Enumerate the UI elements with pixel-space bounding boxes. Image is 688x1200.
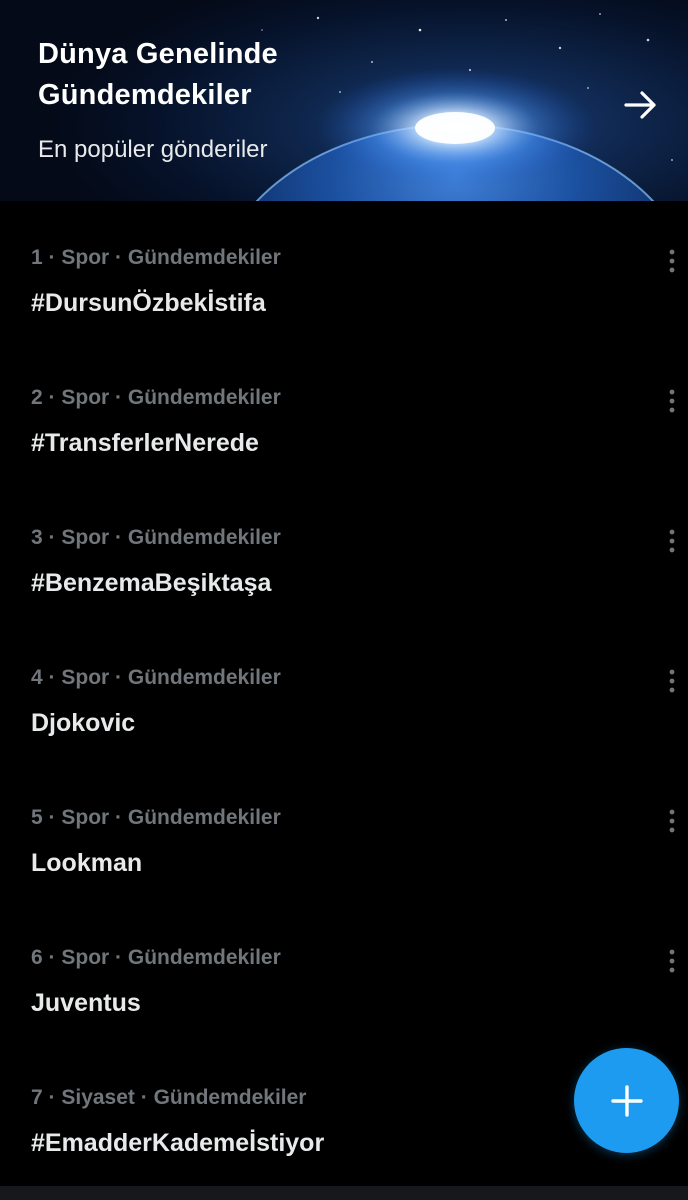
trend-category: Spor (61, 386, 110, 409)
trend-rank: 1 (31, 246, 43, 269)
trend-rank: 3 (31, 526, 43, 549)
trend-label: Gündemdekiler (127, 386, 281, 409)
more-options-icon[interactable] (662, 948, 682, 974)
trend-category: Spor (61, 946, 110, 969)
banner-title: Dünya Genelinde Gündemdekiler (38, 38, 278, 111)
trend-name: #EmadderKademeİstiyor (31, 1129, 325, 1157)
more-options-icon[interactable] (662, 668, 682, 694)
trend-rank: 4 (31, 666, 43, 689)
trend-meta: 1 · Spor · Gündemdekiler (31, 246, 281, 269)
trend-category: Spor (61, 526, 110, 549)
trend-rank: 2 (31, 386, 43, 409)
trend-label: Gündemdekiler (127, 246, 281, 269)
arrow-right-icon[interactable] (620, 84, 662, 126)
trend-name: Lookman (31, 849, 143, 877)
bottom-bar-edge (0, 1186, 688, 1200)
plus-icon (611, 1085, 643, 1117)
trend-label: Gündemdekiler (127, 806, 281, 829)
trend-name: #DursunÖzbekİstifa (31, 289, 266, 317)
trend-label: Gündemdekiler (127, 526, 281, 549)
trend-item[interactable]: 5 · Spor · Gündemdekiler Lookman (0, 776, 688, 916)
trend-name: Juventus (31, 989, 141, 1017)
trending-banner[interactable]: Dünya Genelinde Gündemdekiler En popüler… (0, 0, 688, 201)
trend-category: Spor (61, 246, 110, 269)
trend-label: Gündemdekiler (127, 666, 281, 689)
more-options-icon[interactable] (662, 528, 682, 554)
trend-list: 1 · Spor · Gündemdekiler #DursunÖzbekİst… (0, 216, 688, 1196)
trend-name: Djokovic (31, 709, 136, 737)
trend-meta: 3 · Spor · Gündemdekiler (31, 526, 281, 549)
trend-meta: 5 · Spor · Gündemdekiler (31, 806, 281, 829)
banner-subtitle: En popüler gönderiler (38, 136, 268, 163)
more-options-icon[interactable] (662, 808, 682, 834)
trend-rank: 6 (31, 946, 43, 969)
trend-item[interactable]: 4 · Spor · Gündemdekiler Djokovic (0, 636, 688, 776)
trend-category: Spor (61, 806, 110, 829)
trend-meta: 2 · Spor · Gündemdekiler (31, 386, 281, 409)
more-options-icon[interactable] (662, 388, 682, 414)
more-options-icon[interactable] (662, 248, 682, 274)
trend-meta: 6 · Spor · Gündemdekiler (31, 946, 281, 969)
trend-item[interactable]: 6 · Spor · Gündemdekiler Juventus (0, 916, 688, 1056)
trend-item[interactable]: 1 · Spor · Gündemdekiler #DursunÖzbekİst… (0, 216, 688, 356)
trend-category: Spor (61, 666, 110, 689)
trend-name: #BenzemaBeşiktaşa (31, 569, 272, 597)
trend-item[interactable]: 3 · Spor · Gündemdekiler #BenzemaBeşikta… (0, 496, 688, 636)
trend-item[interactable]: 2 · Spor · Gündemdekiler #TransferlerNer… (0, 356, 688, 496)
trend-rank: 5 (31, 806, 43, 829)
trend-label: Gündemdekiler (127, 946, 281, 969)
trend-meta: 4 · Spor · Gündemdekiler (31, 666, 281, 689)
compose-button[interactable] (574, 1048, 679, 1153)
trend-meta: 7 · Siyaset · Gündemdekiler (31, 1086, 307, 1109)
trend-label: Gündemdekiler (153, 1086, 307, 1109)
trend-category: Siyaset (61, 1086, 135, 1109)
trend-name: #TransferlerNerede (31, 429, 259, 457)
trend-rank: 7 (31, 1086, 43, 1109)
